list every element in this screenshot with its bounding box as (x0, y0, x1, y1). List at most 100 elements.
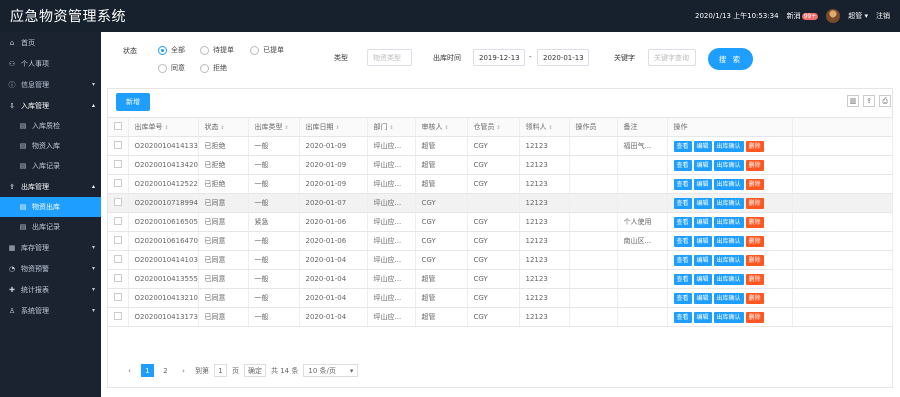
view-button[interactable]: 查看 (673, 178, 692, 190)
sort-icon[interactable]: ⇕ (497, 125, 501, 131)
sidebar-item[interactable]: ▤ 入库质检 (0, 116, 101, 136)
confirm-outbound-button[interactable]: 出库确认 (713, 216, 744, 228)
row-checkbox[interactable] (114, 179, 122, 187)
delete-button[interactable]: 删除 (745, 311, 764, 323)
avatar[interactable] (826, 9, 841, 23)
delete-button[interactable]: 删除 (745, 235, 764, 247)
sort-icon[interactable]: ⇕ (285, 125, 289, 131)
view-button[interactable]: 查看 (673, 311, 692, 323)
view-button[interactable]: 查看 (673, 197, 692, 209)
view-button[interactable]: 查看 (673, 235, 692, 247)
page-size-select[interactable]: 10 条/页 ▾ (303, 364, 359, 377)
column-header[interactable]: 出库日期 ⇕ (299, 117, 368, 137)
edit-button[interactable]: 编辑 (693, 178, 712, 190)
sidebar-item[interactable]: ▤ 出库记录 (0, 217, 101, 237)
sidebar-item[interactable]: ⇪ 出库管理 ▴ (0, 176, 101, 197)
radio-rejected[interactable]: 拒绝 (200, 63, 227, 73)
delete-button[interactable]: 删除 (745, 216, 764, 228)
table-row[interactable]: O20200106164703 已同意 一般 2020-01-06 坪山应... CGY C… (108, 231, 893, 251)
confirm-outbound-button[interactable]: 出库确认 (713, 159, 744, 171)
delete-button[interactable]: 删除 (745, 273, 764, 285)
sidebar-item[interactable]: ♙ 系统管理 ▾ (0, 300, 101, 321)
sidebar-item[interactable]: ▤ 物资出库 (0, 197, 101, 217)
columns-icon[interactable]: ▥ (847, 95, 859, 107)
radio-approved[interactable]: 同意 (158, 63, 185, 73)
view-button[interactable]: 查看 (673, 254, 692, 266)
confirm-outbound-button[interactable]: 出库确认 (713, 197, 744, 209)
keyword-input[interactable]: 关键字查询 (648, 49, 696, 66)
table-row[interactable]: O20200104132107 已同意 一般 2020-01-04 坪山应... 超管 CG… (108, 288, 893, 308)
view-button[interactable]: 查看 (673, 292, 692, 304)
sidebar-item[interactable]: ⚇ 个人事项 (0, 53, 101, 74)
column-header[interactable]: 出库类型 ⇕ (248, 117, 300, 137)
delete-button[interactable]: 删除 (745, 197, 764, 209)
sidebar-item[interactable]: ⌂ 首页 (0, 32, 101, 53)
row-checkbox[interactable] (114, 274, 122, 282)
row-checkbox[interactable] (114, 236, 122, 244)
delete-button[interactable]: 删除 (745, 254, 764, 266)
sidebar-item[interactable]: ▤ 入库记录 (0, 156, 101, 176)
edit-button[interactable]: 编辑 (693, 197, 712, 209)
radio-submitted[interactable]: 已提单 (250, 45, 284, 55)
search-button[interactable]: 搜 索 (708, 48, 753, 70)
edit-button[interactable]: 编辑 (693, 159, 712, 171)
row-checkbox[interactable] (114, 217, 122, 225)
edit-button[interactable]: 编辑 (693, 140, 712, 152)
table-row[interactable]: O20200104125229 已拒绝 一般 2020-01-09 坪山应... 超管 CG… (108, 174, 893, 194)
column-header[interactable]: 状态 ⇕ (198, 117, 249, 137)
print-icon[interactable]: ⎙ (879, 95, 891, 107)
view-button[interactable]: 查看 (673, 159, 692, 171)
sidebar-item[interactable]: ▤ 物资入库 (0, 136, 101, 156)
sidebar-item[interactable]: ▦ 库存管理 ▾ (0, 237, 101, 258)
sort-icon[interactable]: ⇕ (165, 125, 169, 131)
delete-button[interactable]: 删除 (745, 140, 764, 152)
edit-button[interactable]: 编辑 (693, 273, 712, 285)
sort-icon[interactable]: ⇕ (336, 125, 340, 131)
sidebar-item[interactable]: ◔ 物资预警 ▾ (0, 258, 101, 279)
column-header[interactable]: 审核人 ⇕ (415, 117, 468, 137)
confirm-outbound-button[interactable]: 出库确认 (713, 235, 744, 247)
logout-link[interactable]: 注销 (876, 11, 890, 21)
edit-button[interactable]: 编辑 (693, 292, 712, 304)
new-button[interactable]: 新增 (116, 93, 150, 111)
edit-button[interactable]: 编辑 (693, 254, 712, 266)
delete-button[interactable]: 删除 (745, 159, 764, 171)
table-row[interactable]: O20200106165051 已同意 紧急 2020-01-06 坪山应... CGY C… (108, 212, 893, 232)
confirm-outbound-button[interactable]: 出库确认 (713, 311, 744, 323)
view-button[interactable]: 查看 (673, 273, 692, 285)
sort-icon[interactable]: ⇕ (221, 125, 225, 131)
radio-pending[interactable]: 待提单 (200, 45, 234, 55)
column-header[interactable]: 领料人 ⇕ (519, 117, 570, 137)
sort-icon[interactable]: ⇕ (445, 125, 449, 131)
sort-icon[interactable]: ⇕ (549, 125, 553, 131)
date-to-input[interactable]: 2020-01-13 (537, 49, 589, 66)
radio-all[interactable]: 全部 (158, 45, 185, 55)
table-row[interactable]: O20200107189946 已同意 一般 2020-01-07 坪山应... CGY 1… (108, 193, 893, 213)
sidebar-item[interactable]: ✚ 统计报表 ▾ (0, 279, 101, 300)
view-button[interactable]: 查看 (673, 216, 692, 228)
sort-icon[interactable]: ⇕ (390, 125, 394, 131)
next-page-button[interactable]: › (177, 364, 190, 377)
column-header[interactable]: 出库单号 ⇕ (128, 117, 199, 137)
row-checkbox[interactable] (114, 255, 122, 263)
table-row[interactable]: O20200104141337 已拒绝 一般 2020-01-09 坪山应... 超管 CG… (108, 136, 893, 156)
delete-button[interactable]: 删除 (745, 178, 764, 190)
sidebar-item[interactable]: ⓘ 信息管理 ▾ (0, 74, 101, 95)
export-icon[interactable]: ⇪ (863, 95, 875, 107)
type-select[interactable]: 物资类型 (367, 49, 412, 66)
row-checkbox[interactable] (114, 293, 122, 301)
edit-button[interactable]: 编辑 (693, 216, 712, 228)
prev-page-button[interactable]: ‹ (123, 364, 136, 377)
date-from-input[interactable]: 2019-12-13 (473, 49, 525, 66)
view-button[interactable]: 查看 (673, 140, 692, 152)
row-checkbox[interactable] (114, 198, 122, 206)
confirm-outbound-button[interactable]: 出库确认 (713, 273, 744, 285)
table-row[interactable]: O20200104135553 已同意 一般 2020-01-04 坪山应... 超管 CG… (108, 269, 893, 289)
confirm-outbound-button[interactable]: 出库确认 (713, 140, 744, 152)
confirm-outbound-button[interactable]: 出库确认 (713, 292, 744, 304)
user-menu[interactable]: 超管 ▾ (848, 11, 868, 21)
goto-confirm-button[interactable]: 确定 (244, 364, 266, 377)
page-2-button[interactable]: 2 (159, 364, 172, 377)
delete-button[interactable]: 删除 (745, 292, 764, 304)
sidebar-item[interactable]: ⇩ 入库管理 ▴ (0, 95, 101, 116)
